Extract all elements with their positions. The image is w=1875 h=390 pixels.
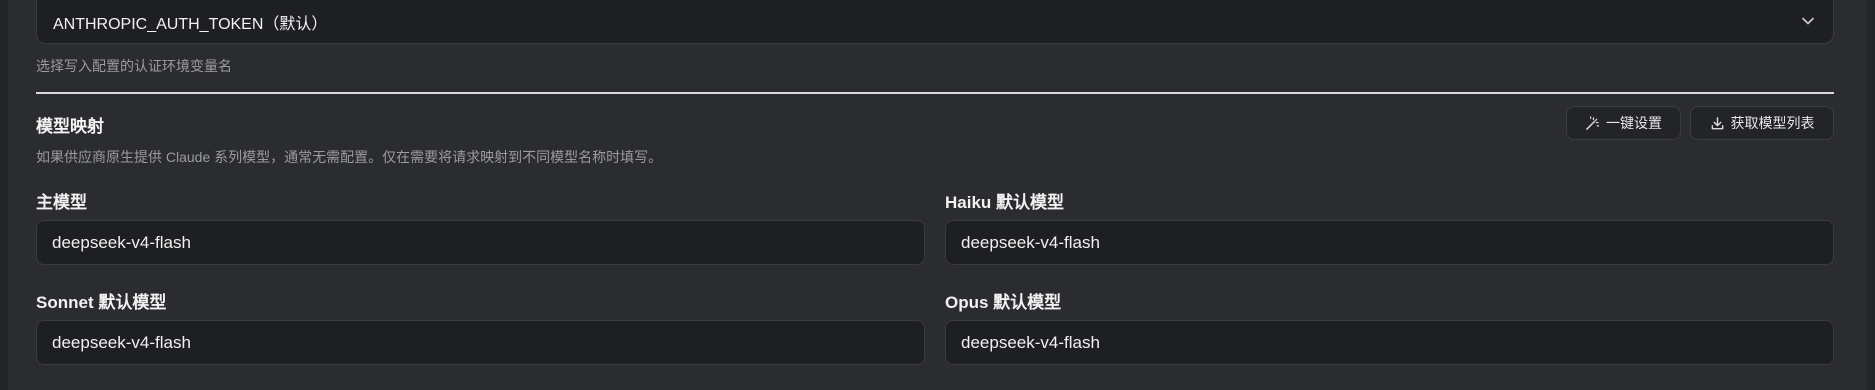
model-mapping-description: 如果供应商原生提供 Claude 系列模型，通常无需配置。仅在需要将请求映射到不… <box>36 149 663 165</box>
opus-model-input[interactable] <box>945 320 1834 365</box>
auth-env-select[interactable]: ANTHROPIC_AUTH_TOKEN（默认） <box>36 0 1834 44</box>
auth-env-hint: 选择写入配置的认证环境变量名 <box>36 58 232 74</box>
one-click-setup-button[interactable]: 一键设置 <box>1566 106 1681 140</box>
outer-margin-right <box>1867 0 1875 390</box>
download-icon <box>1711 116 1723 129</box>
sonnet-model-input[interactable] <box>36 320 925 365</box>
chevron-down-icon <box>1802 17 1814 25</box>
outer-margin-left <box>0 0 8 390</box>
opus-model-label: Opus 默认模型 <box>945 293 1062 312</box>
haiku-model-label: Haiku 默认模型 <box>945 193 1065 212</box>
section-divider <box>36 92 1834 94</box>
auth-env-selected-value: ANTHROPIC_AUTH_TOKEN（默认） <box>53 15 328 33</box>
fetch-model-list-label: 获取模型列表 <box>1730 115 1815 131</box>
sonnet-model-label: Sonnet 默认模型 <box>36 293 167 312</box>
main-model-label: 主模型 <box>36 193 87 212</box>
magic-wand-icon <box>1586 115 1600 130</box>
one-click-setup-label: 一键设置 <box>1606 115 1662 131</box>
main-model-input[interactable] <box>36 220 925 265</box>
haiku-model-input[interactable] <box>945 220 1834 265</box>
fetch-model-list-button[interactable]: 获取模型列表 <box>1690 106 1834 140</box>
model-mapping-title: 模型映射 <box>36 117 104 136</box>
